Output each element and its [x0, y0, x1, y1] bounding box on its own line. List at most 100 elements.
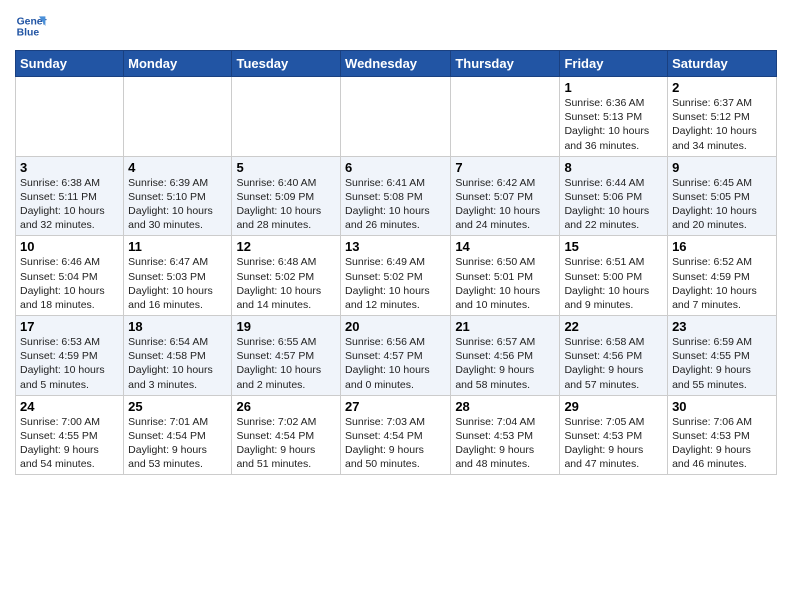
day-cell: 24Sunrise: 7:00 AM Sunset: 4:55 PM Dayli… — [16, 395, 124, 475]
day-info: Sunrise: 6:51 AM Sunset: 5:00 PM Dayligh… — [564, 255, 663, 312]
day-number: 1 — [564, 80, 663, 95]
day-cell — [124, 77, 232, 157]
day-cell: 7Sunrise: 6:42 AM Sunset: 5:07 PM Daylig… — [451, 156, 560, 236]
day-number: 30 — [672, 399, 772, 414]
day-cell: 22Sunrise: 6:58 AM Sunset: 4:56 PM Dayli… — [560, 316, 668, 396]
svg-text:Blue: Blue — [17, 28, 40, 39]
day-number: 20 — [345, 319, 446, 334]
day-cell: 28Sunrise: 7:04 AM Sunset: 4:53 PM Dayli… — [451, 395, 560, 475]
day-cell: 2Sunrise: 6:37 AM Sunset: 5:12 PM Daylig… — [668, 77, 777, 157]
day-info: Sunrise: 7:01 AM Sunset: 4:54 PM Dayligh… — [128, 415, 227, 472]
day-info: Sunrise: 7:06 AM Sunset: 4:53 PM Dayligh… — [672, 415, 772, 472]
day-info: Sunrise: 7:04 AM Sunset: 4:53 PM Dayligh… — [455, 415, 555, 472]
day-number: 24 — [20, 399, 119, 414]
day-number: 21 — [455, 319, 555, 334]
day-info: Sunrise: 6:58 AM Sunset: 4:56 PM Dayligh… — [564, 335, 663, 392]
day-cell — [451, 77, 560, 157]
day-info: Sunrise: 6:53 AM Sunset: 4:59 PM Dayligh… — [20, 335, 119, 392]
day-header-thursday: Thursday — [451, 51, 560, 77]
day-number: 23 — [672, 319, 772, 334]
day-number: 17 — [20, 319, 119, 334]
day-cell: 17Sunrise: 6:53 AM Sunset: 4:59 PM Dayli… — [16, 316, 124, 396]
day-cell: 16Sunrise: 6:52 AM Sunset: 4:59 PM Dayli… — [668, 236, 777, 316]
day-number: 6 — [345, 160, 446, 175]
day-info: Sunrise: 6:36 AM Sunset: 5:13 PM Dayligh… — [564, 96, 663, 153]
day-cell: 26Sunrise: 7:02 AM Sunset: 4:54 PM Dayli… — [232, 395, 341, 475]
day-cell: 1Sunrise: 6:36 AM Sunset: 5:13 PM Daylig… — [560, 77, 668, 157]
day-info: Sunrise: 6:39 AM Sunset: 5:10 PM Dayligh… — [128, 176, 227, 233]
day-cell: 8Sunrise: 6:44 AM Sunset: 5:06 PM Daylig… — [560, 156, 668, 236]
day-number: 26 — [236, 399, 336, 414]
day-number: 22 — [564, 319, 663, 334]
day-cell: 21Sunrise: 6:57 AM Sunset: 4:56 PM Dayli… — [451, 316, 560, 396]
day-number: 4 — [128, 160, 227, 175]
day-info: Sunrise: 7:02 AM Sunset: 4:54 PM Dayligh… — [236, 415, 336, 472]
day-cell — [16, 77, 124, 157]
day-number: 8 — [564, 160, 663, 175]
day-cell: 12Sunrise: 6:48 AM Sunset: 5:02 PM Dayli… — [232, 236, 341, 316]
day-header-monday: Monday — [124, 51, 232, 77]
day-cell — [341, 77, 451, 157]
day-number: 16 — [672, 239, 772, 254]
day-number: 2 — [672, 80, 772, 95]
day-info: Sunrise: 6:59 AM Sunset: 4:55 PM Dayligh… — [672, 335, 772, 392]
day-header-friday: Friday — [560, 51, 668, 77]
day-number: 15 — [564, 239, 663, 254]
day-number: 25 — [128, 399, 227, 414]
day-info: Sunrise: 7:03 AM Sunset: 4:54 PM Dayligh… — [345, 415, 446, 472]
day-cell: 5Sunrise: 6:40 AM Sunset: 5:09 PM Daylig… — [232, 156, 341, 236]
day-number: 7 — [455, 160, 555, 175]
day-info: Sunrise: 6:42 AM Sunset: 5:07 PM Dayligh… — [455, 176, 555, 233]
day-cell: 14Sunrise: 6:50 AM Sunset: 5:01 PM Dayli… — [451, 236, 560, 316]
day-number: 5 — [236, 160, 336, 175]
day-cell: 30Sunrise: 7:06 AM Sunset: 4:53 PM Dayli… — [668, 395, 777, 475]
week-row-1: 3Sunrise: 6:38 AM Sunset: 5:11 PM Daylig… — [16, 156, 777, 236]
day-info: Sunrise: 6:52 AM Sunset: 4:59 PM Dayligh… — [672, 255, 772, 312]
day-cell: 6Sunrise: 6:41 AM Sunset: 5:08 PM Daylig… — [341, 156, 451, 236]
day-cell: 25Sunrise: 7:01 AM Sunset: 4:54 PM Dayli… — [124, 395, 232, 475]
day-header-saturday: Saturday — [668, 51, 777, 77]
day-info: Sunrise: 6:54 AM Sunset: 4:58 PM Dayligh… — [128, 335, 227, 392]
day-cell: 19Sunrise: 6:55 AM Sunset: 4:57 PM Dayli… — [232, 316, 341, 396]
day-cell: 4Sunrise: 6:39 AM Sunset: 5:10 PM Daylig… — [124, 156, 232, 236]
header: General Blue — [15, 10, 777, 42]
day-number: 28 — [455, 399, 555, 414]
day-cell: 18Sunrise: 6:54 AM Sunset: 4:58 PM Dayli… — [124, 316, 232, 396]
day-number: 14 — [455, 239, 555, 254]
calendar-table: SundayMondayTuesdayWednesdayThursdayFrid… — [15, 50, 777, 475]
day-info: Sunrise: 6:40 AM Sunset: 5:09 PM Dayligh… — [236, 176, 336, 233]
day-info: Sunrise: 6:37 AM Sunset: 5:12 PM Dayligh… — [672, 96, 772, 153]
day-info: Sunrise: 6:57 AM Sunset: 4:56 PM Dayligh… — [455, 335, 555, 392]
day-cell: 10Sunrise: 6:46 AM Sunset: 5:04 PM Dayli… — [16, 236, 124, 316]
day-info: Sunrise: 6:48 AM Sunset: 5:02 PM Dayligh… — [236, 255, 336, 312]
day-info: Sunrise: 6:56 AM Sunset: 4:57 PM Dayligh… — [345, 335, 446, 392]
day-number: 18 — [128, 319, 227, 334]
day-header-tuesday: Tuesday — [232, 51, 341, 77]
week-row-4: 24Sunrise: 7:00 AM Sunset: 4:55 PM Dayli… — [16, 395, 777, 475]
day-cell: 27Sunrise: 7:03 AM Sunset: 4:54 PM Dayli… — [341, 395, 451, 475]
day-info: Sunrise: 6:46 AM Sunset: 5:04 PM Dayligh… — [20, 255, 119, 312]
day-cell — [232, 77, 341, 157]
day-info: Sunrise: 6:45 AM Sunset: 5:05 PM Dayligh… — [672, 176, 772, 233]
day-cell: 15Sunrise: 6:51 AM Sunset: 5:00 PM Dayli… — [560, 236, 668, 316]
header-row: SundayMondayTuesdayWednesdayThursdayFrid… — [16, 51, 777, 77]
day-number: 13 — [345, 239, 446, 254]
week-row-0: 1Sunrise: 6:36 AM Sunset: 5:13 PM Daylig… — [16, 77, 777, 157]
day-info: Sunrise: 6:47 AM Sunset: 5:03 PM Dayligh… — [128, 255, 227, 312]
logo-icon: General Blue — [15, 10, 47, 42]
day-number: 11 — [128, 239, 227, 254]
page: General Blue SundayMondayTuesdayWednesda… — [0, 0, 792, 612]
day-header-wednesday: Wednesday — [341, 51, 451, 77]
day-number: 10 — [20, 239, 119, 254]
week-row-3: 17Sunrise: 6:53 AM Sunset: 4:59 PM Dayli… — [16, 316, 777, 396]
day-number: 3 — [20, 160, 119, 175]
week-row-2: 10Sunrise: 6:46 AM Sunset: 5:04 PM Dayli… — [16, 236, 777, 316]
day-cell: 11Sunrise: 6:47 AM Sunset: 5:03 PM Dayli… — [124, 236, 232, 316]
day-number: 19 — [236, 319, 336, 334]
day-number: 29 — [564, 399, 663, 414]
day-info: Sunrise: 6:41 AM Sunset: 5:08 PM Dayligh… — [345, 176, 446, 233]
day-info: Sunrise: 6:50 AM Sunset: 5:01 PM Dayligh… — [455, 255, 555, 312]
day-info: Sunrise: 6:55 AM Sunset: 4:57 PM Dayligh… — [236, 335, 336, 392]
day-cell: 9Sunrise: 6:45 AM Sunset: 5:05 PM Daylig… — [668, 156, 777, 236]
day-number: 9 — [672, 160, 772, 175]
